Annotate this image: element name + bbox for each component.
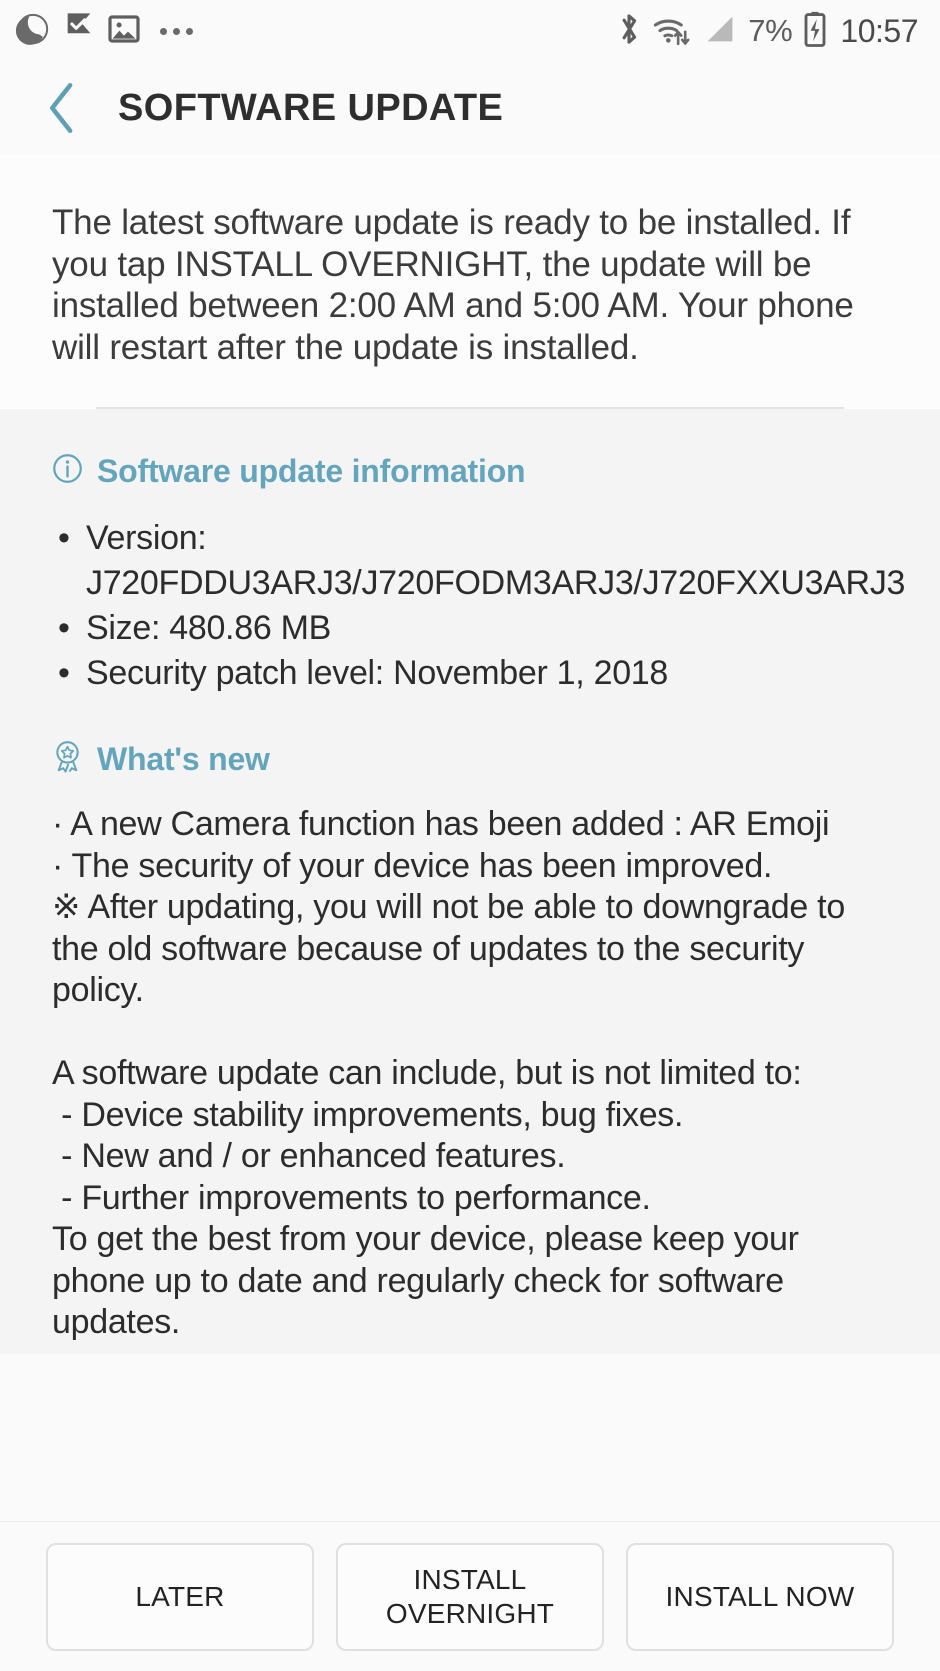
- wifi-icon: [652, 12, 692, 51]
- section-label: What's new: [97, 740, 270, 777]
- status-bar-left-icons: [15, 12, 193, 51]
- later-button[interactable]: LATER: [46, 1542, 314, 1651]
- update-content-scroll[interactable]: The latest software update is ready to b…: [0, 154, 940, 1521]
- checkmark-flag-icon: [64, 12, 94, 51]
- battery-percent-label: 7%: [748, 13, 793, 48]
- intro-section: The latest software update is ready to b…: [0, 154, 940, 409]
- whats-new-heading: What's new: [52, 740, 888, 778]
- list-item: Size: 480.86 MB: [52, 606, 888, 651]
- section-label: Software update information: [97, 452, 526, 489]
- status-bar-right-icons: 7% 10:57: [617, 11, 918, 52]
- update-info-list: Version: J720FDDU3ARJ3/J720FODM3ARJ3/J72…: [52, 516, 905, 697]
- install-overnight-button[interactable]: INSTALL OVERNIGHT: [336, 1542, 604, 1651]
- battery-charging-icon: [803, 11, 827, 52]
- details-section: Software update information Version: J72…: [0, 408, 940, 1354]
- software-update-screen: 7% 10:57 SOFTWARE UPDATE The latest soft…: [0, 0, 940, 1671]
- intro-text: The latest software update is ready to b…: [52, 203, 854, 367]
- status-bar-clock: 10:57: [840, 12, 918, 49]
- action-button-bar: LATER INSTALL OVERNIGHT INSTALL NOW: [0, 1521, 940, 1671]
- chevron-left-icon[interactable]: [44, 82, 80, 134]
- app-bar: SOFTWARE UPDATE: [0, 62, 940, 154]
- award-badge-icon: [52, 740, 83, 778]
- more-notifications-dots: [160, 27, 193, 35]
- install-now-button[interactable]: INSTALL NOW: [626, 1542, 894, 1651]
- list-item: Version: J720FDDU3ARJ3/J720FODM3ARJ3/J72…: [52, 516, 905, 606]
- gallery-image-icon: [108, 13, 140, 50]
- software-update-information-heading: Software update information: [52, 453, 888, 490]
- info-circle-icon: [52, 453, 83, 489]
- page-title: SOFTWARE UPDATE: [118, 86, 504, 129]
- list-item: Security patch level: November 1, 2018: [52, 651, 888, 696]
- bluetooth-icon: [617, 11, 641, 52]
- signal-strength-icon: [703, 13, 737, 50]
- do-not-disturb-moon-icon: [15, 12, 50, 51]
- status-bar: 7% 10:57: [0, 0, 940, 62]
- whats-new-body-text: · A new Camera function has been added :…: [52, 805, 845, 1342]
